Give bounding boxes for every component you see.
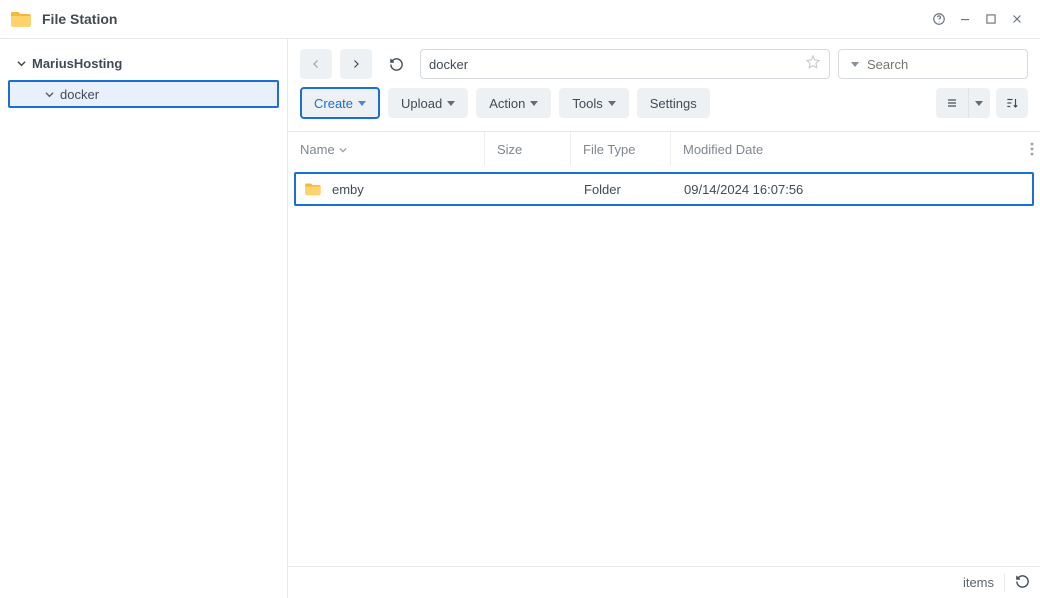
view-list-button[interactable] [936,88,968,118]
column-header-modified[interactable]: Modified Date [670,132,1012,166]
column-header-name[interactable]: Name [288,132,484,166]
sort-button[interactable] [996,88,1028,118]
chevron-down-icon [975,101,983,106]
folder-tree: MariusHosting docker [0,39,288,598]
tree-child-label: docker [60,87,99,102]
create-label: Create [314,96,353,111]
refresh-icon [1015,574,1030,589]
search-input[interactable] [865,56,1040,73]
sort-caret-icon [339,142,347,157]
nav-forward-button[interactable] [340,49,372,79]
create-button[interactable]: Create [300,87,380,119]
path-text: docker [429,57,805,72]
column-header-size[interactable]: Size [484,132,570,166]
column-header-row: Name Size File Type Modified Date [288,132,1040,166]
view-mode-caret-button[interactable] [968,88,990,118]
close-button[interactable] [1004,6,1030,32]
column-options-button[interactable] [1012,132,1040,166]
column-header-type[interactable]: File Type [570,132,670,166]
list-icon [945,97,959,109]
row-modified: 09/14/2024 16:07:56 [684,182,803,197]
tools-button[interactable]: Tools [559,88,628,118]
chevron-down-icon [358,101,366,106]
nav-back-button[interactable] [300,49,332,79]
action-button[interactable]: Action [476,88,551,118]
kebab-icon [1030,142,1034,156]
sort-icon [1004,96,1020,110]
chevron-down-icon [447,101,455,106]
help-button[interactable] [926,6,952,32]
search-options-caret-icon[interactable] [851,62,859,67]
upload-label: Upload [401,96,442,111]
view-mode-split-button [936,88,990,118]
settings-label: Settings [650,96,697,111]
window-title: File Station [42,11,117,27]
status-refresh-button[interactable] [1015,574,1030,592]
action-label: Action [489,96,525,111]
folder-icon [304,182,322,196]
minimize-button[interactable] [952,6,978,32]
tree-root-label: MariusHosting [32,56,122,71]
favorite-star-icon[interactable] [805,54,821,75]
caret-down-icon [42,87,56,101]
row-name: emby [332,182,364,197]
maximize-button[interactable] [978,6,1004,32]
status-items-label: items [963,575,994,590]
caret-down-icon [14,56,28,70]
search-box[interactable] [838,49,1028,79]
tools-label: Tools [572,96,602,111]
separator [1004,574,1005,592]
chevron-down-icon [530,101,538,106]
chevron-down-icon [608,101,616,106]
tree-root-node[interactable]: MariusHosting [0,49,287,77]
table-row[interactable]: emby Folder 09/14/2024 16:07:56 [294,172,1034,206]
refresh-button[interactable] [380,49,412,79]
app-folder-icon [10,10,32,28]
row-type: Folder [584,182,621,197]
settings-button[interactable]: Settings [637,88,710,118]
upload-button[interactable]: Upload [388,88,468,118]
tree-child-node[interactable]: docker [8,80,279,108]
path-input[interactable]: docker [420,49,830,79]
